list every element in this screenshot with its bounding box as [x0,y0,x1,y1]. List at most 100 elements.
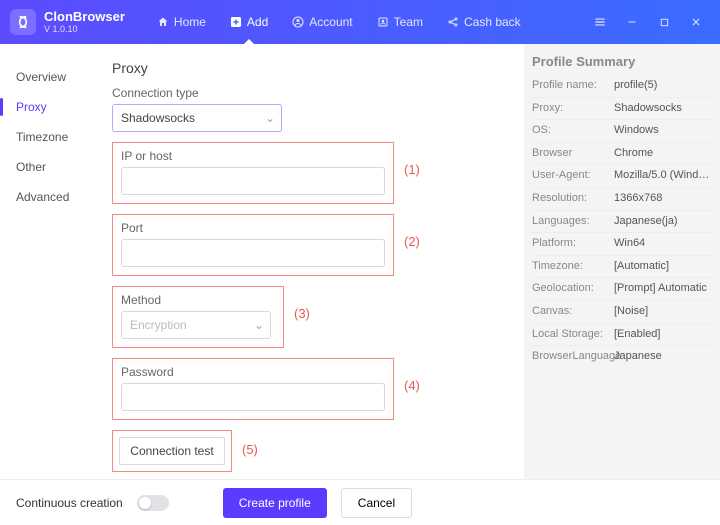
summary-value: [Enabled] [614,326,660,344]
summary-row: Geolocation:[Prompt] Automatic [532,278,712,301]
sidebar: Overview Proxy Timezone Other Advanced [0,44,96,479]
create-profile-button[interactable]: Create profile [223,488,327,518]
summary-row: Proxy:Shadowsocks [532,98,712,121]
annotation-3: (3) [294,306,310,321]
summary-value: Win64 [614,235,645,253]
summary-value: Shadowsocks [614,100,682,118]
chevron-down-icon: ⌄ [265,111,275,125]
annotation-2: (2) [404,234,420,249]
summary-value: Windows [614,122,659,140]
home-icon [157,16,169,28]
ip-host-label: IP or host [121,149,385,163]
method-placeholder: Encryption [130,318,187,332]
nav-cashback[interactable]: Cash back [437,0,531,44]
connection-type-select[interactable]: Shadowsocks ⌄ [112,104,282,132]
password-group: Password [112,358,394,420]
annotation-1: (1) [404,162,420,177]
summary-value: [Automatic] [614,258,669,276]
summary-key: Proxy: [532,100,614,118]
summary-key: Geolocation: [532,280,614,298]
summary-row: BrowserChrome [532,143,712,166]
share-icon [447,16,459,28]
summary-value: Mozilla/5.0 (Windows NT 1... [614,167,712,185]
connection-type-value: Shadowsocks [121,111,195,125]
footer: Continuous creation Create profile Cance… [0,479,720,525]
main-panel: Proxy Connection type Shadowsocks ⌄ IP o… [96,44,524,479]
summary-key: Resolution: [532,190,614,208]
top-nav: Home Add Account Team Cash back [147,0,531,44]
app-title: ClonBrowser [44,10,125,24]
brand: ClonBrowser V 1.0.10 [44,10,125,34]
summary-value: Japanese(ja) [614,213,678,231]
account-icon [292,16,304,28]
summary-key: BrowserLanguage [532,348,614,366]
summary-row: Resolution:1366x768 [532,188,712,211]
summary-key: Browser [532,145,614,163]
summary-row: Timezone:[Automatic] [532,256,712,279]
summary-row: Platform:Win64 [532,233,712,256]
nav-cashback-label: Cash back [464,15,521,29]
minimize-button[interactable] [616,7,648,37]
summary-value: [Noise] [614,303,648,321]
summary-key: Local Storage: [532,326,614,344]
nav-team[interactable]: Team [367,0,433,44]
maximize-button[interactable] [648,7,680,37]
summary-value: Chrome [614,145,653,163]
password-input[interactable] [121,383,385,411]
summary-key: Profile name: [532,77,614,95]
summary-row: User-Agent:Mozilla/5.0 (Windows NT 1... [532,165,712,188]
nav-home-label: Home [174,15,206,29]
app-logo-icon [10,9,36,35]
summary-value: Japanese [614,348,662,366]
summary-key: OS: [532,122,614,140]
nav-account-label: Account [309,15,352,29]
sidebar-item-proxy[interactable]: Proxy [0,92,96,122]
app-version: V 1.0.10 [44,24,125,34]
nav-account[interactable]: Account [282,0,362,44]
summary-row: Local Storage:[Enabled] [532,324,712,347]
annotation-5: (5) [242,442,258,457]
cancel-button[interactable]: Cancel [341,488,412,518]
annotation-4: (4) [404,378,420,393]
chevron-down-icon: ⌄ [254,318,264,332]
connection-type-label: Connection type [112,86,518,100]
nav-team-label: Team [394,15,423,29]
plus-icon [230,16,242,28]
port-label: Port [121,221,385,235]
sidebar-item-advanced[interactable]: Advanced [0,182,96,212]
titlebar: ClonBrowser V 1.0.10 Home Add Account Te… [0,0,720,44]
port-input[interactable] [121,239,385,267]
sidebar-item-other[interactable]: Other [0,152,96,182]
method-select[interactable]: Encryption ⌄ [121,311,271,339]
ip-host-input[interactable] [121,167,385,195]
password-label: Password [121,365,385,379]
section-title: Proxy [112,60,518,76]
window-controls [584,7,712,37]
summary-row: OS:Windows [532,120,712,143]
method-group: Method Encryption ⌄ [112,286,284,348]
connection-test-button[interactable]: Connection test [119,437,225,465]
ip-host-group: IP or host [112,142,394,204]
nav-home[interactable]: Home [147,0,216,44]
connection-test-group: Connection test [112,430,232,472]
team-icon [377,16,389,28]
summary-row: Canvas:[Noise] [532,301,712,324]
summary-row: BrowserLanguageJapanese [532,346,712,368]
summary-key: Timezone: [532,258,614,276]
port-group: Port [112,214,394,276]
close-button[interactable] [680,7,712,37]
summary-key: User-Agent: [532,167,614,185]
summary-value: [Prompt] Automatic [614,280,707,298]
summary-value: 1366x768 [614,190,662,208]
method-label: Method [121,293,275,307]
profile-summary: Profile Summary Profile name:profile(5)P… [524,44,720,479]
sidebar-item-overview[interactable]: Overview [0,62,96,92]
summary-key: Canvas: [532,303,614,321]
summary-key: Platform: [532,235,614,253]
sidebar-item-timezone[interactable]: Timezone [0,122,96,152]
nav-add[interactable]: Add [220,0,278,44]
menu-icon[interactable] [584,7,616,37]
continuous-creation-label: Continuous creation [16,496,123,510]
summary-value: profile(5) [614,77,657,95]
continuous-creation-toggle[interactable] [137,495,169,511]
